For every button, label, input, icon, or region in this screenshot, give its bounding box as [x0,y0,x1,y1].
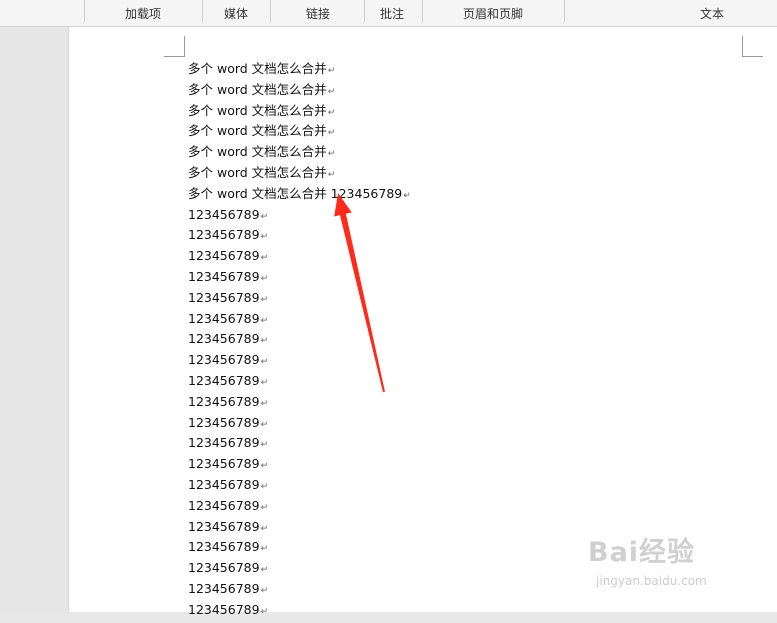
watermark-brand: Bai经验 [588,537,696,568]
annotation-arrow [334,193,385,393]
red-arrow-shape [334,193,385,393]
watermark: Bai经验 jingyan.baidu.com [588,530,748,600]
watermark-url: jingyan.baidu.com [596,574,707,588]
